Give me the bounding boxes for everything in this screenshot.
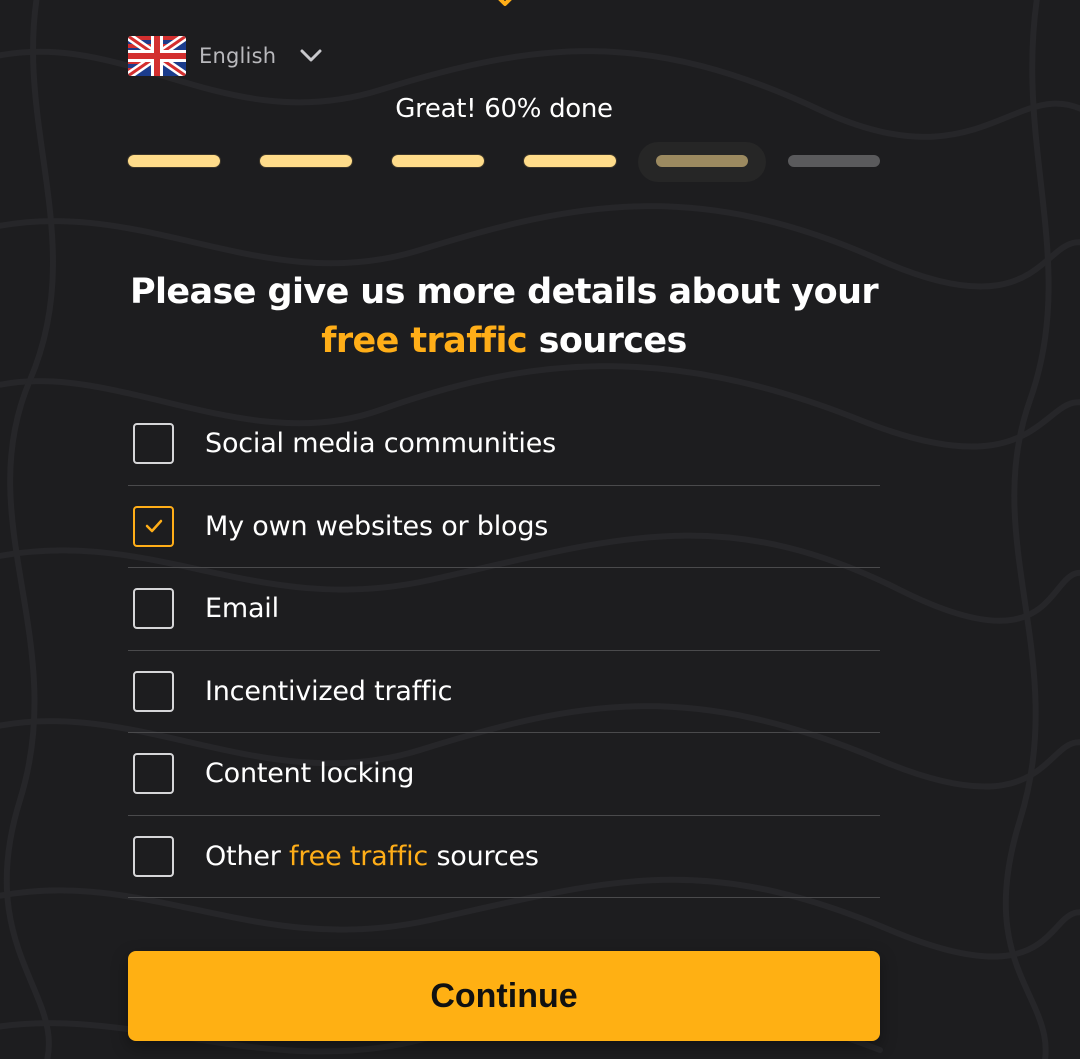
heading-line2-rest: sources [527, 321, 688, 361]
progress-step [128, 155, 220, 167]
traffic-sources-list: Social media communities My own websites… [128, 403, 880, 898]
heading-accent: free traffic [321, 321, 527, 361]
checkbox[interactable] [133, 835, 174, 877]
option-websites-blogs[interactable]: My own websites or blogs [128, 486, 880, 568]
checkbox[interactable] [133, 588, 174, 630]
option-label-accent: free traffic [289, 840, 429, 872]
option-label-suffix: sources [428, 840, 539, 872]
option-social-media[interactable]: Social media communities [128, 403, 880, 486]
option-label: Incentivized traffic [205, 675, 453, 707]
option-incentivized-traffic[interactable]: Incentivized traffic [128, 651, 880, 733]
option-label: My own websites or blogs [205, 510, 549, 542]
progress-steps [128, 140, 880, 184]
option-content-locking[interactable]: Content locking [128, 733, 880, 816]
option-other-free-traffic[interactable]: Other free traffic sources [128, 816, 880, 898]
progress-step [260, 155, 352, 167]
progress-text: Great! 60% done [395, 94, 613, 124]
option-label: Content locking [205, 758, 415, 790]
option-label-prefix: Other [205, 840, 290, 872]
checkbox-checked[interactable] [133, 505, 174, 547]
checkbox[interactable] [133, 670, 174, 712]
progress-step-current [656, 155, 748, 167]
option-label: Email [205, 593, 279, 625]
continue-button[interactable]: Continue [128, 951, 880, 1041]
option-email[interactable]: Email [128, 568, 880, 651]
progress-step [524, 155, 616, 167]
progress-step [392, 155, 484, 167]
checkmark-icon [145, 520, 162, 533]
option-label: Social media communities [205, 428, 556, 460]
page-heading: Please give us more details about your f… [0, 268, 1008, 366]
uk-flag-icon [128, 36, 186, 76]
checkbox[interactable] [133, 423, 174, 465]
heading-line1: Please give us more details about your [129, 272, 879, 312]
language-label: English [199, 44, 277, 68]
onboarding-page: English Great! 60% done Please give us m… [0, 0, 1080, 1059]
language-selector[interactable]: English [128, 36, 322, 76]
progress-step [788, 155, 880, 167]
checkbox[interactable] [133, 753, 174, 795]
chevron-down-icon [300, 49, 322, 62]
logo-chevron-icon [498, 0, 512, 6]
option-label: Other free traffic sources [205, 841, 539, 872]
